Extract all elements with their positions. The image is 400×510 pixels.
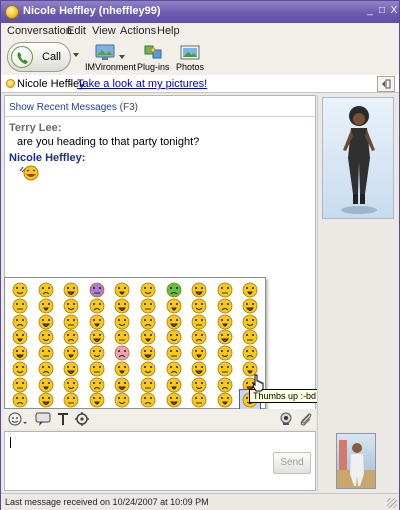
menu-view[interactable]: View — [92, 25, 116, 37]
contact-avatar[interactable] — [322, 97, 394, 219]
emoticon-option[interactable] — [10, 390, 30, 410]
resize-grip-icon[interactable] — [387, 498, 397, 508]
imvironment-dropdown-arrow-icon[interactable] — [119, 55, 125, 59]
avatar-panel — [317, 95, 397, 491]
plugins-icon — [144, 45, 162, 59]
smiley-icon — [38, 392, 53, 408]
emoticon-option[interactable] — [61, 390, 81, 410]
smiley-icon — [140, 392, 156, 408]
menu-edit[interactable]: Edit — [67, 25, 86, 37]
emoticon-option[interactable] — [189, 390, 209, 410]
status-bar: Last message received on 10/24/2007 at 1… — [1, 493, 399, 510]
window-title: Nicole Heffley (nheffley99) — [23, 5, 161, 17]
minimize-button[interactable]: _ — [365, 5, 375, 17]
title-bar[interactable]: Nicole Heffley (nheffley99) _ □ X — [1, 1, 399, 23]
emoticon-option[interactable] — [138, 390, 158, 410]
font-format-icon[interactable] — [56, 411, 70, 427]
message-sender-self: Nicole Heffley: — [9, 152, 86, 164]
call-dropdown-arrow-icon[interactable] — [73, 53, 79, 57]
phone-icon — [11, 46, 33, 68]
show-recent-messages-link[interactable]: Show Recent Messages (F3) — [9, 102, 138, 113]
smiley-icon — [12, 392, 28, 408]
laughing-wave-emoticon-icon — [17, 164, 41, 185]
user-avatar[interactable] — [336, 433, 376, 489]
emoticon-option[interactable] — [87, 390, 107, 410]
emoticon-picker-icon[interactable] — [7, 411, 29, 427]
photos-icon — [180, 45, 200, 60]
emoticon-option[interactable] — [112, 390, 132, 410]
menu-help[interactable]: Help — [157, 25, 180, 37]
call-label: Call — [42, 51, 61, 63]
photos-label: Photos — [175, 62, 205, 72]
composer-toolbar — [4, 409, 316, 429]
audibles-icon[interactable] — [34, 411, 52, 427]
close-button[interactable]: X — [389, 5, 399, 17]
menu-conversation[interactable]: Conversation — [7, 25, 72, 37]
plugins-label: Plug-ins — [137, 62, 170, 72]
show-recent-shortcut: (F3) — [119, 102, 138, 113]
emoticon-option[interactable] — [215, 390, 235, 410]
smiley-icon — [89, 392, 105, 408]
contact-avatar-figure-icon — [341, 106, 377, 214]
smiley-icon — [191, 392, 207, 408]
emoticon-palette — [4, 277, 266, 412]
messenger-app-icon — [5, 5, 19, 19]
menu-bar: Conversation Edit View Actions Help — [1, 23, 399, 39]
show-recent-label: Show Recent Messages — [9, 102, 117, 113]
status-separator: - — [69, 78, 73, 90]
imvironment-icon — [95, 44, 115, 60]
status-message-link[interactable]: Take a look at my pictures! — [77, 78, 207, 90]
history-divider — [5, 116, 315, 117]
call-button[interactable]: Call — [7, 42, 71, 72]
contact-name: Nicole Heffley — [17, 78, 85, 90]
emoticon-option[interactable] — [36, 390, 56, 410]
imvironment-settings-icon[interactable] — [74, 411, 90, 427]
smiley-icon — [63, 392, 79, 408]
expand-panel-button[interactable] — [377, 76, 395, 92]
hand-cursor-icon — [252, 374, 264, 392]
photos-button[interactable]: Photos — [175, 43, 205, 72]
message-text: are you heading to that party tonight? — [17, 136, 200, 148]
smiley-icon — [217, 392, 233, 408]
webcam-icon[interactable] — [278, 411, 294, 427]
online-status-icon — [6, 79, 15, 88]
attach-file-icon[interactable] — [298, 411, 314, 427]
contact-status-line: Nicole Heffley - Take a look at my pictu… — [1, 75, 399, 93]
smiley-icon — [166, 392, 181, 408]
toolbar: Call IMVironment Plug-ins Photos — [1, 39, 399, 75]
maximize-button[interactable]: □ — [377, 5, 387, 17]
emoticon-grid — [8, 281, 264, 412]
emoticon-option[interactable] — [164, 390, 184, 410]
user-avatar-figure-icon — [337, 440, 375, 488]
message-sender: Terry Lee: — [9, 122, 62, 134]
last-message-status: Last message received on 10/24/2007 at 1… — [5, 497, 209, 507]
plugins-button[interactable]: Plug-ins — [137, 43, 170, 72]
expand-arrows-icon — [382, 79, 391, 89]
send-button[interactable]: Send — [273, 452, 311, 474]
menu-actions[interactable]: Actions — [120, 25, 156, 37]
smiley-icon — [114, 392, 130, 408]
text-caret — [10, 437, 11, 448]
imvironment-label: IMVironment — [85, 62, 136, 72]
messenger-window: Nicole Heffley (nheffley99) _ □ X Conver… — [0, 0, 400, 510]
message-input[interactable]: Send — [4, 431, 316, 491]
